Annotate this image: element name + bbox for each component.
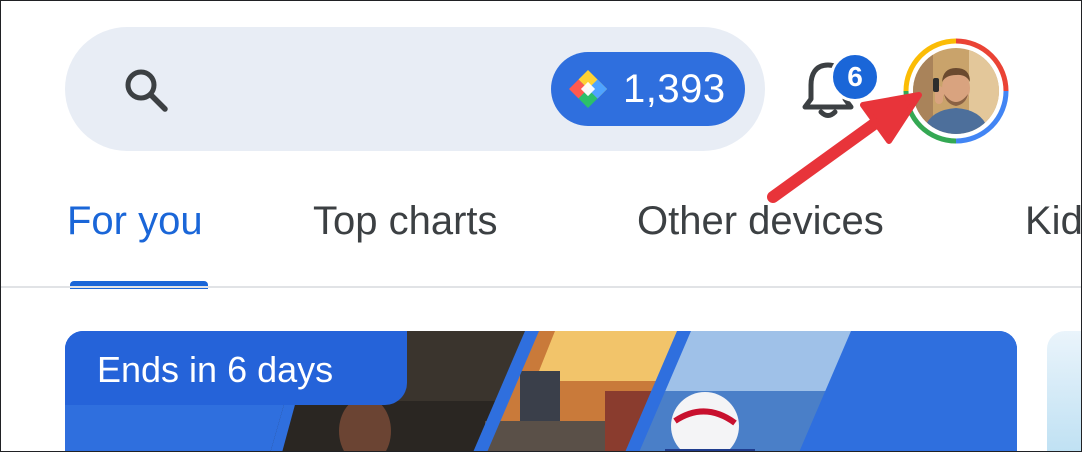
search-icon[interactable]	[121, 65, 171, 115]
search-bar[interactable]: 1,393	[65, 27, 765, 151]
play-points-value: 1,393	[623, 67, 726, 111]
tab-for-you[interactable]: For you	[67, 191, 203, 251]
avatar[interactable]	[913, 48, 999, 134]
tab-top-charts[interactable]: Top charts	[313, 191, 498, 251]
tab-other-devices[interactable]: Other devices	[637, 191, 884, 251]
offer-ends-badge: Ends in 6 days	[65, 331, 407, 405]
next-promo-card[interactable]	[1047, 331, 1081, 451]
play-store-home: 1,393 6 For you Top charts Other devices…	[0, 0, 1082, 452]
notification-count-badge: 6	[830, 52, 880, 102]
tab-kids[interactable]: Kid	[1025, 191, 1081, 251]
category-tabs: For you Top charts Other devices Kid	[1, 191, 1081, 251]
promo-banner[interactable]: Ends in 6 days	[65, 331, 1017, 451]
play-points-chip[interactable]: 1,393	[551, 52, 745, 126]
tabs-divider	[1, 286, 1081, 288]
play-points-icon	[569, 70, 607, 108]
avatar-photo	[913, 48, 999, 134]
